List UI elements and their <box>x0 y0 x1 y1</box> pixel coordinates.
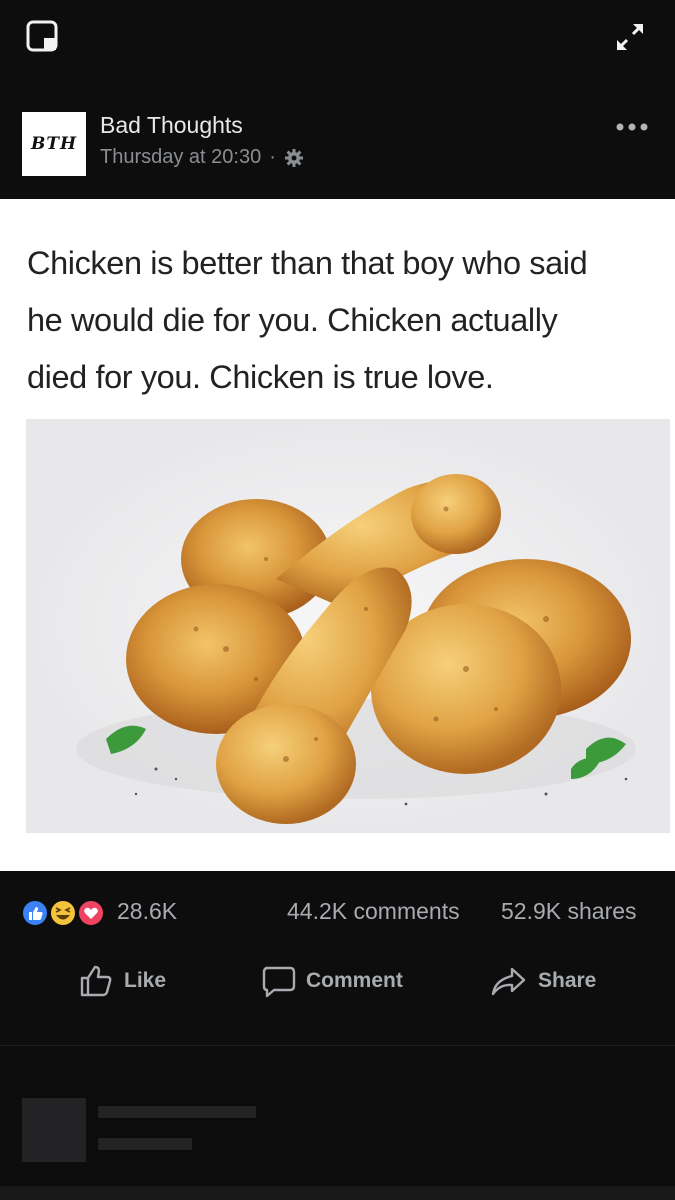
post-header: BTH Bad Thoughts Thursday at 20:30 · <box>0 100 675 190</box>
loading-post-placeholder <box>0 1046 675 1200</box>
love-reaction-icon <box>77 899 105 927</box>
expand-arrows-icon[interactable] <box>613 20 647 54</box>
ellipsis-icon[interactable] <box>615 120 649 134</box>
placeholder-avatar <box>22 1098 86 1162</box>
reaction-icons[interactable] <box>20 898 110 928</box>
pip-square-icon[interactable] <box>26 20 58 52</box>
placeholder-line <box>98 1138 192 1150</box>
avatar-text: BTH <box>30 134 78 154</box>
gear-icon <box>284 148 303 167</box>
top-bar <box>0 0 675 80</box>
page-name[interactable]: Bad Thoughts <box>100 112 243 139</box>
fried-chicken-photo <box>26 419 670 833</box>
post-meta: Thursday at 20:30 · <box>100 146 304 169</box>
post-viewer: BTH Bad Thoughts Thursday at 20:30 · Chi… <box>0 0 675 1200</box>
action-bar: Like Comment Share <box>0 955 675 1015</box>
comments-count[interactable]: 44.2K comments <box>287 898 460 925</box>
share-arrow-icon <box>491 967 526 996</box>
share-button[interactable]: Share <box>490 963 596 999</box>
haha-reaction-icon <box>49 899 77 927</box>
share-label: Share <box>538 969 597 992</box>
post-image[interactable]: Chicken is better than that boy who said… <box>0 199 675 871</box>
meta-separator: · <box>269 146 276 168</box>
like-label: Like <box>124 969 167 992</box>
like-reaction-icon <box>21 899 49 927</box>
post-stats: 28.6K 44.2K comments 52.9K shares <box>0 890 675 934</box>
avatar[interactable]: BTH <box>22 112 86 176</box>
meme-caption: Chicken is better than that boy who said… <box>27 235 667 406</box>
meme-line: he would die for you. Chicken actually <box>27 302 558 338</box>
post-timestamp[interactable]: Thursday at 20:30 <box>100 146 261 169</box>
meme-line: died for you. Chicken is true love. <box>27 359 494 395</box>
fried-chicken-illustration <box>26 419 670 833</box>
shares-count[interactable]: 52.9K shares <box>501 898 637 925</box>
placeholder-line <box>98 1106 256 1118</box>
comment-label: Comment <box>306 969 403 992</box>
comment-bubble-icon <box>262 966 296 998</box>
bottom-strip <box>0 1186 675 1200</box>
comment-button[interactable]: Comment <box>260 963 403 999</box>
reaction-count[interactable]: 28.6K <box>117 898 177 925</box>
thumbs-up-icon <box>80 965 112 997</box>
meme-line: Chicken is better than that boy who said <box>27 245 588 281</box>
like-button[interactable]: Like <box>78 963 166 999</box>
